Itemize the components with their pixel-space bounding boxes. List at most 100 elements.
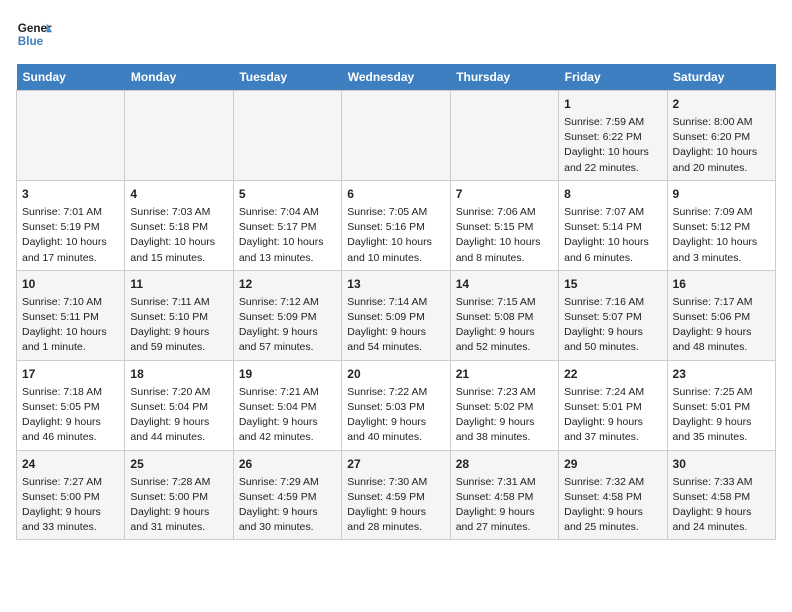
calendar-cell: 10 Sunrise: 7:10 AMSunset: 5:11 PMDayligh… bbox=[17, 270, 125, 360]
day-number: 6 bbox=[347, 185, 444, 203]
day-info: Sunrise: 7:23 AMSunset: 5:02 PMDaylight:… bbox=[456, 385, 553, 446]
calendar-cell: 5 Sunrise: 7:04 AMSunset: 5:17 PMDaylight… bbox=[233, 180, 341, 270]
day-number: 3 bbox=[22, 185, 119, 203]
day-info: Sunrise: 7:09 AMSunset: 5:12 PMDaylight:… bbox=[673, 205, 770, 266]
calendar-cell: 1 Sunrise: 7:59 AMSunset: 6:22 PMDaylight… bbox=[559, 91, 667, 181]
calendar-cell: 2 Sunrise: 8:00 AMSunset: 6:20 PMDaylight… bbox=[667, 91, 775, 181]
day-number: 18 bbox=[130, 365, 227, 383]
calendar-week-5: 24 Sunrise: 7:27 AMSunset: 5:00 PMDayligh… bbox=[17, 450, 776, 540]
day-info: Sunrise: 7:11 AMSunset: 5:10 PMDaylight:… bbox=[130, 295, 227, 356]
day-info: Sunrise: 7:59 AMSunset: 6:22 PMDaylight:… bbox=[564, 115, 661, 176]
day-number: 1 bbox=[564, 95, 661, 113]
day-number: 19 bbox=[239, 365, 336, 383]
day-number: 26 bbox=[239, 455, 336, 473]
day-info: Sunrise: 7:07 AMSunset: 5:14 PMDaylight:… bbox=[564, 205, 661, 266]
day-number: 12 bbox=[239, 275, 336, 293]
calendar-cell: 24 Sunrise: 7:27 AMSunset: 5:00 PMDayligh… bbox=[17, 450, 125, 540]
day-number: 28 bbox=[456, 455, 553, 473]
day-number: 29 bbox=[564, 455, 661, 473]
calendar-header: SundayMondayTuesdayWednesdayThursdayFrid… bbox=[17, 64, 776, 91]
calendar-cell: 28 Sunrise: 7:31 AMSunset: 4:58 PMDayligh… bbox=[450, 450, 558, 540]
calendar-cell: 8 Sunrise: 7:07 AMSunset: 5:14 PMDaylight… bbox=[559, 180, 667, 270]
day-number: 4 bbox=[130, 185, 227, 203]
day-number: 13 bbox=[347, 275, 444, 293]
calendar-table: SundayMondayTuesdayWednesdayThursdayFrid… bbox=[16, 64, 776, 540]
day-info: Sunrise: 7:24 AMSunset: 5:01 PMDaylight:… bbox=[564, 385, 661, 446]
day-number: 9 bbox=[673, 185, 770, 203]
day-info: Sunrise: 7:01 AMSunset: 5:19 PMDaylight:… bbox=[22, 205, 119, 266]
calendar-week-4: 17 Sunrise: 7:18 AMSunset: 5:05 PMDayligh… bbox=[17, 360, 776, 450]
calendar-cell bbox=[17, 91, 125, 181]
day-number: 16 bbox=[673, 275, 770, 293]
day-info: Sunrise: 7:10 AMSunset: 5:11 PMDaylight:… bbox=[22, 295, 119, 356]
day-number: 25 bbox=[130, 455, 227, 473]
calendar-cell: 17 Sunrise: 7:18 AMSunset: 5:05 PMDayligh… bbox=[17, 360, 125, 450]
day-number: 8 bbox=[564, 185, 661, 203]
day-info: Sunrise: 7:29 AMSunset: 4:59 PMDaylight:… bbox=[239, 475, 336, 536]
calendar-cell: 12 Sunrise: 7:12 AMSunset: 5:09 PMDayligh… bbox=[233, 270, 341, 360]
day-number: 17 bbox=[22, 365, 119, 383]
day-info: Sunrise: 7:16 AMSunset: 5:07 PMDaylight:… bbox=[564, 295, 661, 356]
calendar-cell bbox=[342, 91, 450, 181]
column-header-tuesday: Tuesday bbox=[233, 64, 341, 91]
day-number: 10 bbox=[22, 275, 119, 293]
calendar-cell: 29 Sunrise: 7:32 AMSunset: 4:58 PMDayligh… bbox=[559, 450, 667, 540]
day-info: Sunrise: 7:06 AMSunset: 5:15 PMDaylight:… bbox=[456, 205, 553, 266]
day-info: Sunrise: 7:03 AMSunset: 5:18 PMDaylight:… bbox=[130, 205, 227, 266]
day-info: Sunrise: 7:20 AMSunset: 5:04 PMDaylight:… bbox=[130, 385, 227, 446]
day-number: 14 bbox=[456, 275, 553, 293]
calendar-cell: 20 Sunrise: 7:22 AMSunset: 5:03 PMDayligh… bbox=[342, 360, 450, 450]
calendar-cell: 23Sunrise: 7:25 AMSunset: 5:01 PMDayligh… bbox=[667, 360, 775, 450]
calendar-cell: 18 Sunrise: 7:20 AMSunset: 5:04 PMDayligh… bbox=[125, 360, 233, 450]
day-info: Sunrise: 8:00 AMSunset: 6:20 PMDaylight:… bbox=[673, 115, 770, 176]
day-info: Sunrise: 7:30 AMSunset: 4:59 PMDaylight:… bbox=[347, 475, 444, 536]
calendar-cell bbox=[233, 91, 341, 181]
calendar-cell: 15Sunrise: 7:16 AMSunset: 5:07 PMDayligh… bbox=[559, 270, 667, 360]
day-number: 23 bbox=[673, 365, 770, 383]
day-number: 11 bbox=[130, 275, 227, 293]
day-number: 30 bbox=[673, 455, 770, 473]
day-info: Sunrise: 7:04 AMSunset: 5:17 PMDaylight:… bbox=[239, 205, 336, 266]
calendar-cell: 22 Sunrise: 7:24 AMSunset: 5:01 PMDayligh… bbox=[559, 360, 667, 450]
day-number: 21 bbox=[456, 365, 553, 383]
column-header-saturday: Saturday bbox=[667, 64, 775, 91]
day-info: Sunrise: 7:15 AMSunset: 5:08 PMDaylight:… bbox=[456, 295, 553, 356]
column-header-thursday: Thursday bbox=[450, 64, 558, 91]
calendar-cell: 11 Sunrise: 7:11 AMSunset: 5:10 PMDayligh… bbox=[125, 270, 233, 360]
day-info: Sunrise: 7:22 AMSunset: 5:03 PMDaylight:… bbox=[347, 385, 444, 446]
day-info: Sunrise: 7:12 AMSunset: 5:09 PMDaylight:… bbox=[239, 295, 336, 356]
calendar-cell bbox=[450, 91, 558, 181]
day-number: 2 bbox=[673, 95, 770, 113]
calendar-cell: 13Sunrise: 7:14 AMSunset: 5:09 PMDayligh… bbox=[342, 270, 450, 360]
day-number: 7 bbox=[456, 185, 553, 203]
day-info: Sunrise: 7:31 AMSunset: 4:58 PMDaylight:… bbox=[456, 475, 553, 536]
day-info: Sunrise: 7:27 AMSunset: 5:00 PMDaylight:… bbox=[22, 475, 119, 536]
calendar-cell: 21 Sunrise: 7:23 AMSunset: 5:02 PMDayligh… bbox=[450, 360, 558, 450]
day-number: 5 bbox=[239, 185, 336, 203]
calendar-cell: 16 Sunrise: 7:17 AMSunset: 5:06 PMDayligh… bbox=[667, 270, 775, 360]
page-header: General Blue bbox=[16, 16, 776, 52]
calendar-week-1: 1 Sunrise: 7:59 AMSunset: 6:22 PMDaylight… bbox=[17, 91, 776, 181]
column-header-wednesday: Wednesday bbox=[342, 64, 450, 91]
logo: General Blue bbox=[16, 16, 52, 52]
day-info: Sunrise: 7:05 AMSunset: 5:16 PMDaylight:… bbox=[347, 205, 444, 266]
day-info: Sunrise: 7:18 AMSunset: 5:05 PMDaylight:… bbox=[22, 385, 119, 446]
day-info: Sunrise: 7:17 AMSunset: 5:06 PMDaylight:… bbox=[673, 295, 770, 356]
calendar-cell: 26 Sunrise: 7:29 AMSunset: 4:59 PMDayligh… bbox=[233, 450, 341, 540]
calendar-cell: 9 Sunrise: 7:09 AMSunset: 5:12 PMDaylight… bbox=[667, 180, 775, 270]
column-header-friday: Friday bbox=[559, 64, 667, 91]
day-number: 20 bbox=[347, 365, 444, 383]
logo-icon: General Blue bbox=[16, 16, 52, 52]
calendar-cell bbox=[125, 91, 233, 181]
calendar-cell: 14 Sunrise: 7:15 AMSunset: 5:08 PMDayligh… bbox=[450, 270, 558, 360]
calendar-cell: 6 Sunrise: 7:05 AMSunset: 5:16 PMDaylight… bbox=[342, 180, 450, 270]
day-number: 27 bbox=[347, 455, 444, 473]
calendar-week-2: 3 Sunrise: 7:01 AMSunset: 5:19 PMDaylight… bbox=[17, 180, 776, 270]
calendar-cell: 27 Sunrise: 7:30 AMSunset: 4:59 PMDayligh… bbox=[342, 450, 450, 540]
day-info: Sunrise: 7:32 AMSunset: 4:58 PMDaylight:… bbox=[564, 475, 661, 536]
day-number: 22 bbox=[564, 365, 661, 383]
calendar-cell: 7 Sunrise: 7:06 AMSunset: 5:15 PMDaylight… bbox=[450, 180, 558, 270]
calendar-cell: 4 Sunrise: 7:03 AMSunset: 5:18 PMDaylight… bbox=[125, 180, 233, 270]
day-number: 24 bbox=[22, 455, 119, 473]
calendar-cell: 25Sunrise: 7:28 AMSunset: 5:00 PMDayligh… bbox=[125, 450, 233, 540]
